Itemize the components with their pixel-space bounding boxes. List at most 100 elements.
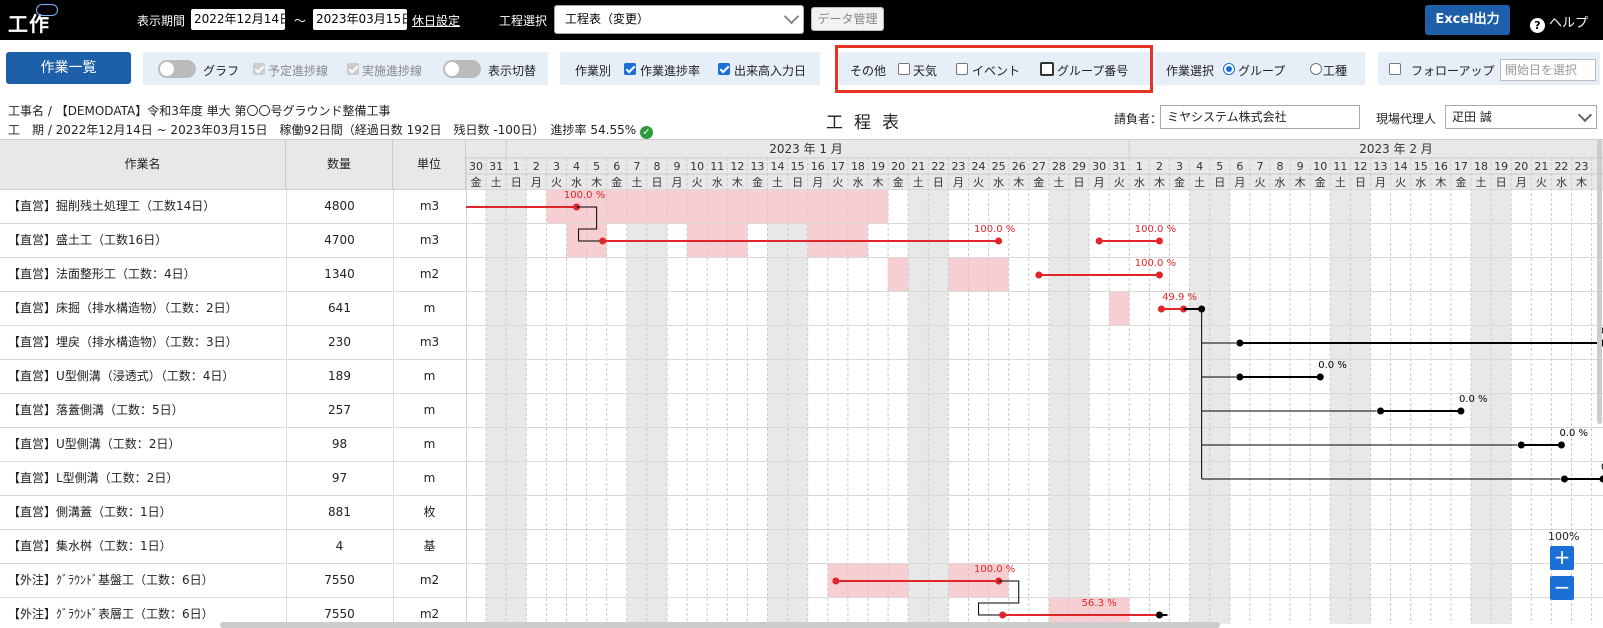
- table-row[interactable]: 【直営】U型側溝（浸透式）（工数：4日） 189 m: [0, 360, 466, 394]
- weekday-label: 土: [1476, 176, 1487, 189]
- graph-toggle[interactable]: [158, 60, 196, 78]
- process-type-radio[interactable]: [1310, 63, 1322, 75]
- schedule-grid: 作業名 数量 単位 【直営】掘削残土処理工（工数14日） 4800 m3 【直営】盛土…: [0, 139, 1603, 624]
- table-row[interactable]: 【直営】U型側溝（工数：2日） 98 m: [0, 428, 466, 462]
- progress-end-dot: [1155, 271, 1163, 279]
- planned-progress-checkbox[interactable]: [253, 63, 265, 75]
- day-number: 21: [1534, 160, 1548, 173]
- day-number: 17: [831, 160, 845, 173]
- table-row[interactable]: 【直営】集水桝（工数：1日） 4 基: [0, 530, 466, 564]
- table-row[interactable]: 【直営】L型側溝（工数：2日） 97 m: [0, 462, 466, 496]
- start-date-input[interactable]: 2022年12月14日: [191, 9, 291, 30]
- follow-up-label: フォローアップ: [1411, 64, 1495, 78]
- day-number: 25: [992, 160, 1006, 173]
- table-row[interactable]: 【直営】落蓋側溝（工数：5日） 257 m: [0, 394, 466, 428]
- horizontal-scrollbar[interactable]: [220, 622, 1220, 628]
- task-progress-rate-checkbox[interactable]: [624, 63, 636, 75]
- task-unit: m3: [419, 335, 440, 349]
- weekday-label: 日: [1355, 176, 1366, 189]
- weekday-label: 土: [1335, 176, 1346, 189]
- vertical-scrollbar[interactable]: [1597, 139, 1602, 424]
- site-agent-select[interactable]: 疋田 誠: [1445, 105, 1597, 129]
- day-number: 11: [1333, 160, 1347, 173]
- weekday-label: 金: [1033, 175, 1044, 189]
- day-number: 30: [1092, 160, 1106, 173]
- weekday-label: 月: [1516, 176, 1527, 189]
- table-row[interactable]: 【直営】法面整形工（工数：4日） 1340 m2: [0, 258, 466, 292]
- table-row[interactable]: 【外注】ｸﾞﾗｳﾝﾄﾞ基盤工（工数：6日） 7550 m2: [0, 564, 466, 598]
- weekday-label: 月: [1375, 176, 1386, 189]
- excel-export-button[interactable]: Excel出力: [1425, 5, 1510, 35]
- header-task-name: 作業名: [0, 140, 286, 190]
- period-line: 工 期 / 2022年12月14日 ~ 2023年03月15日 稼働92日間（経…: [8, 121, 653, 139]
- day-number: 1: [513, 160, 520, 173]
- weekday-label: 日: [933, 176, 944, 189]
- weekend-column: [1069, 190, 1090, 624]
- help-link[interactable]: ? ヘルプ: [1530, 12, 1588, 33]
- day-number: 24: [972, 160, 986, 173]
- weekday-label: 土: [491, 176, 502, 189]
- day-number: 1: [1136, 160, 1143, 173]
- data-manage-button[interactable]: データ管理: [811, 7, 884, 31]
- follow-up-start-date-input[interactable]: 開始日を選択: [1500, 59, 1596, 81]
- day-number: 20: [891, 160, 905, 173]
- table-row[interactable]: 【直営】側溝蓋（工数：1日） 881 枚: [0, 496, 466, 530]
- weekday-label: 月: [1094, 176, 1105, 189]
- day-number: 12: [730, 160, 744, 173]
- progress-label: 100.0 %: [1135, 258, 1176, 269]
- task-quantity: 4: [335, 539, 344, 553]
- weekday-label: 水: [993, 176, 1004, 189]
- table-row[interactable]: 【直営】埋戻（排水構造物）（工数：3日） 230 m3: [0, 326, 466, 360]
- table-row[interactable]: 【外注】ｸﾞﾗｳﾝﾄﾞ表層工（工数：6日） 7550 m2: [0, 598, 466, 624]
- follow-up-checkbox[interactable]: [1389, 63, 1401, 75]
- zoom-in-button[interactable]: +: [1550, 546, 1574, 570]
- weekday-label: 水: [1134, 176, 1145, 189]
- task-quantity: 881: [328, 505, 351, 519]
- day-number: 7: [1256, 160, 1263, 173]
- weekday-label: 水: [1556, 176, 1567, 189]
- table-row[interactable]: 【直営】掘削残土処理工（工数14日） 4800 m3: [0, 190, 466, 224]
- table-row[interactable]: 【直営】床掘（排水構造物）（工数：2日） 641 m: [0, 292, 466, 326]
- weekend-column: [928, 190, 949, 624]
- progress-label: 100.0 %: [564, 190, 605, 201]
- weekday-label: 日: [511, 176, 522, 189]
- task-name: 【直営】掘削残土処理工（工数14日）: [8, 199, 216, 213]
- day-number: 16: [1434, 160, 1448, 173]
- progress-start-dot: [832, 577, 840, 585]
- progress-start-dot: [1035, 271, 1043, 279]
- progress-label: 100.0 %: [974, 564, 1015, 575]
- weekend-column: [1209, 190, 1230, 624]
- display-toggle[interactable]: [443, 60, 481, 78]
- task-quantity: 1340: [324, 267, 355, 281]
- weekday-label: 金: [611, 175, 622, 189]
- day-number: 3: [1176, 160, 1183, 173]
- output-input-date-checkbox[interactable]: [718, 63, 730, 75]
- actual-progress-checkbox[interactable]: [347, 63, 359, 75]
- weekday-label: 木: [1013, 176, 1024, 189]
- weekend-column: [506, 190, 527, 624]
- weekend-column: [1330, 190, 1351, 624]
- group-radio[interactable]: [1223, 63, 1235, 75]
- weekday-label: 火: [692, 176, 703, 189]
- weekend-column: [767, 190, 788, 624]
- planned-shade: [1109, 292, 1130, 325]
- progress-label: 100.0 %: [974, 224, 1015, 235]
- progress-label: 100.0 %: [1135, 224, 1176, 235]
- day-number: 12: [1353, 160, 1367, 173]
- zoom-out-button[interactable]: −: [1550, 576, 1574, 600]
- contractor-field[interactable]: ミヤシステム株式会社: [1160, 105, 1360, 129]
- holiday-settings-link[interactable]: 休日設定: [412, 12, 460, 29]
- day-number: 19: [1494, 160, 1508, 173]
- day-number: 15: [791, 160, 805, 173]
- day-number: 9: [1297, 160, 1304, 173]
- table-row[interactable]: 【直営】盛土工（工数16日） 4700 m3: [0, 224, 466, 258]
- task-progress-rate-label: 作業進捗率: [640, 64, 701, 78]
- task-name: 【直営】U型側溝（浸透式）（工数：4日）: [8, 369, 235, 383]
- task-list-button[interactable]: 作業一覧: [6, 52, 131, 84]
- day-number: 31: [489, 160, 503, 173]
- highlight-frame: [835, 45, 1153, 93]
- schedule-select[interactable]: 工程表（変更）: [554, 5, 804, 34]
- progress-end-dot: [1599, 475, 1603, 483]
- day-number: 19: [871, 160, 885, 173]
- end-date-input[interactable]: 2023年03月15日: [313, 9, 413, 30]
